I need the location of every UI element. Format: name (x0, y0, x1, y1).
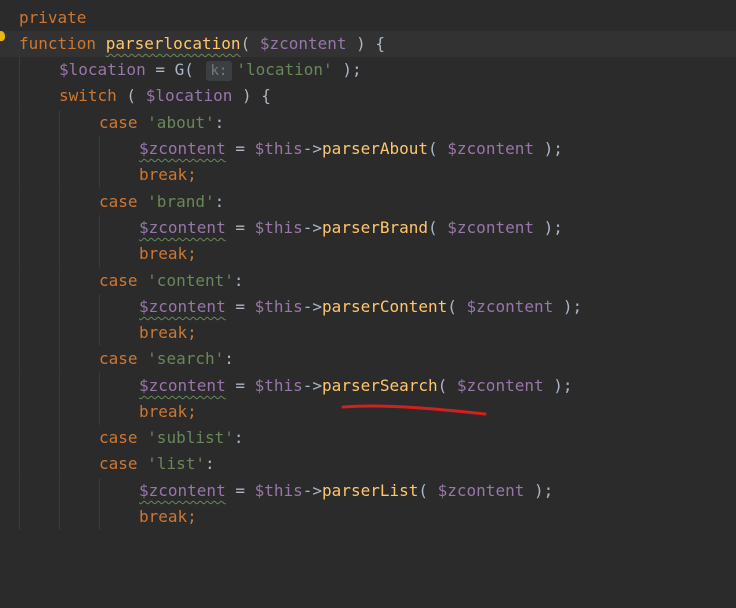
red-underline-annotation (341, 404, 487, 416)
